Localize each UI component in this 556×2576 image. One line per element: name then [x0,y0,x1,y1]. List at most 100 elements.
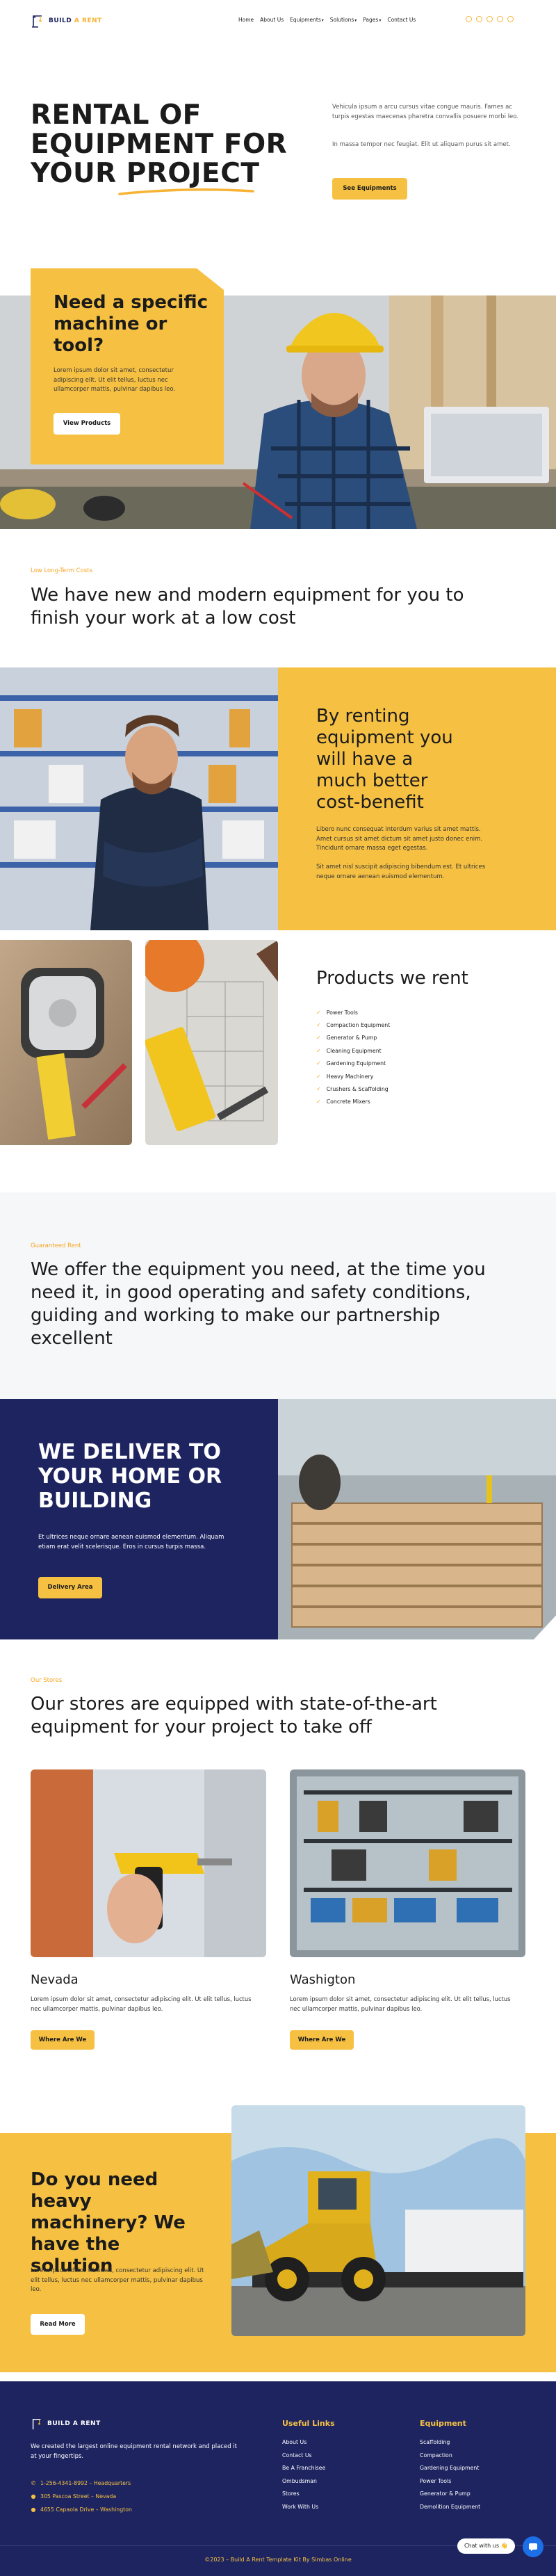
chevron-down-icon: ▾ [379,18,382,23]
blueprint-tools-photo [145,940,278,1145]
list-item-label: Gardening Equipment [326,1060,386,1067]
nav-item-equipments[interactable]: Equipments▾ [290,17,324,23]
footer-contact-text: 305 Pascoa Street – Nevada [40,2493,117,2500]
list-item: ✓ Concrete Mixers [316,1096,390,1108]
see-equipments-button[interactable]: See Equipments [332,178,407,200]
footer-link[interactable]: Be A Franchisee [282,2465,325,2478]
delivery-area-button[interactable]: Delivery Area [38,1577,102,1598]
hero-title-line: EQUIPMENT FOR [31,129,288,160]
store-washington-photo [290,1769,525,1957]
drill-store-illustration [31,1769,266,1957]
tape-measure-photo [0,940,132,1145]
site-header: BUILD A RENT Home About Us Equipments▾ Solu… [0,0,556,42]
footer-brand[interactable]: BUILD A RENT [31,2417,101,2430]
footer-link[interactable]: Power Tools [420,2478,480,2491]
footer-link[interactable]: Demolition Equipment [420,2504,480,2517]
pin-icon: ● [31,2506,36,2513]
phone-icon: ✆ [31,2480,36,2486]
check-icon: ✓ [316,1073,321,1080]
specific-machine-text: Lorem ipsum dolor sit amet, consectetur … [54,367,176,393]
page: BUILD A RENT Home About Us Equipments▾ Solu… [0,0,556,2576]
delivery-panel [0,1399,278,1639]
footer-link[interactable]: Work With Us [282,2504,325,2517]
footer-link[interactable]: Generator & Pump [420,2490,480,2504]
read-more-button[interactable]: Read More [31,2314,85,2335]
facebook-icon[interactable] [466,16,472,22]
footer-link[interactable]: Contact Us [282,2452,325,2465]
hero-title-highlight: PROJECT [126,158,260,189]
footer-link[interactable]: Compaction [420,2452,480,2465]
list-item: ✓ Crushers & Scaffolding [316,1083,390,1095]
linkedin-icon[interactable] [507,16,514,22]
pin-icon: ● [31,2493,36,2500]
list-item-label: Concrete Mixers [326,1099,370,1105]
products-list: ✓ Power Tools ✓ Compaction Equipment ✓ Genera… [316,1006,390,1108]
list-item-label: Cleaning Equipment [326,1047,382,1054]
brand-logo[interactable]: BUILD A RENT [31,14,102,28]
list-item: ✓ Gardening Equipment [316,1058,390,1070]
store-text-washington: Lorem ipsum dolor sit amet, consectetur … [290,1995,511,2012]
footer-contact-row[interactable]: ✆ 1-256-4341-8992 – Headquarters [31,2477,132,2490]
specific-machine-title: Need a specific machine or tool? [54,292,208,356]
site-footer: BUILD A RENT We created the largest onli… [0,2381,556,2576]
useful-links-list: About Us Contact Us Be A Franchisee Ombudsm… [282,2439,325,2517]
check-icon: ✓ [316,1099,321,1105]
nav-item-about-us[interactable]: About Us [260,17,284,23]
nav-item-home[interactable]: Home [238,17,254,23]
guaranteed-eyebrow: Guaranteed Rent [31,1242,81,1249]
nav-item-label: Solutions [329,17,354,23]
brand-name: BUILD A RENT [49,17,102,24]
cost-benefit-text-secondary: Sit amet nisl suscipit adipiscing bibend… [316,864,486,880]
footer-tagline: We created the largest online equipment … [31,2443,238,2460]
chat-icon [529,2543,537,2551]
lumber-stack-photo [278,1399,556,1639]
list-item-label: Power Tools [326,1009,358,1016]
footer-contact-row[interactable]: ● 305 Pascoa Street – Nevada [31,2490,132,2503]
brand-name-part2: A RENT [74,17,102,24]
loader-truck-photo [231,2105,525,2336]
chat-with-us-bubble[interactable]: Chat with us 👋 [457,2538,515,2554]
equipment-links-title: Equipment [420,2419,466,2428]
hero-title-part: YOUR [31,158,126,189]
footer-link[interactable]: Gardening Equipment [420,2465,480,2478]
footer-contact-text: 4655 Capaola Drive – Washington [40,2506,132,2513]
stores-eyebrow: Our Stores [31,1677,63,1684]
nav-item-contact-us[interactable]: Contact Us [387,17,416,23]
view-products-button[interactable]: View Products [54,413,120,435]
where-are-we-button-nevada[interactable]: Where Are We [31,2030,95,2050]
footer-link[interactable]: Scaffolding [420,2439,480,2452]
check-icon: ✓ [316,1047,321,1054]
check-icon: ✓ [316,1035,321,1042]
nav-item-pages[interactable]: Pages▾ [363,17,381,23]
cost-benefit-text: Libero nunc consequat interdum varius si… [316,826,483,852]
chat-launcher-button[interactable] [523,2536,543,2557]
footer-link[interactable]: Ombudsman [282,2478,325,2491]
cost-benefit-title: By renting equipment you will have a muc… [316,706,453,813]
loader-illustration [231,2105,525,2336]
footer-link[interactable]: Stores [282,2490,325,2504]
store-name-nevada: Nevada [31,1972,79,1987]
heavy-machinery-title: Do you need heavy machinery? We have the… [31,2169,186,2276]
nav-item-label: Home [238,17,254,23]
hero-title-line: YOUR PROJECT [31,159,288,188]
list-item: ✓ Compaction Equipment [316,1019,390,1031]
list-item: ✓ Cleaning Equipment [316,1044,390,1057]
store-name-washington: Washigton [290,1972,356,1987]
list-item: ✓ Generator & Pump [316,1032,390,1044]
products-title: Products we rent [316,968,468,989]
stores-title: Our stores are equipped with state-of-th… [31,1694,437,1737]
check-icon: ✓ [316,1060,321,1067]
warehouse-worker-photo [0,667,278,930]
list-item: ✓ Power Tools [316,1006,390,1019]
footer-contact-row[interactable]: ● 4655 Capaola Drive – Washington [31,2503,132,2516]
where-are-we-button-washington[interactable]: Where Are We [290,2030,354,2050]
long-term-eyebrow: Low Long-Term Costs [31,567,92,574]
twitter-icon[interactable] [476,16,482,22]
instagram-icon[interactable] [486,16,493,22]
list-item-label: Crushers & Scaffolding [326,1086,389,1093]
nav-item-solutions[interactable]: Solutions▾ [330,17,357,23]
youtube-icon[interactable] [497,16,503,22]
nav-item-label: Equipments [290,17,321,23]
footer-link[interactable]: About Us [282,2439,325,2452]
lumber-illustration [278,1399,556,1639]
